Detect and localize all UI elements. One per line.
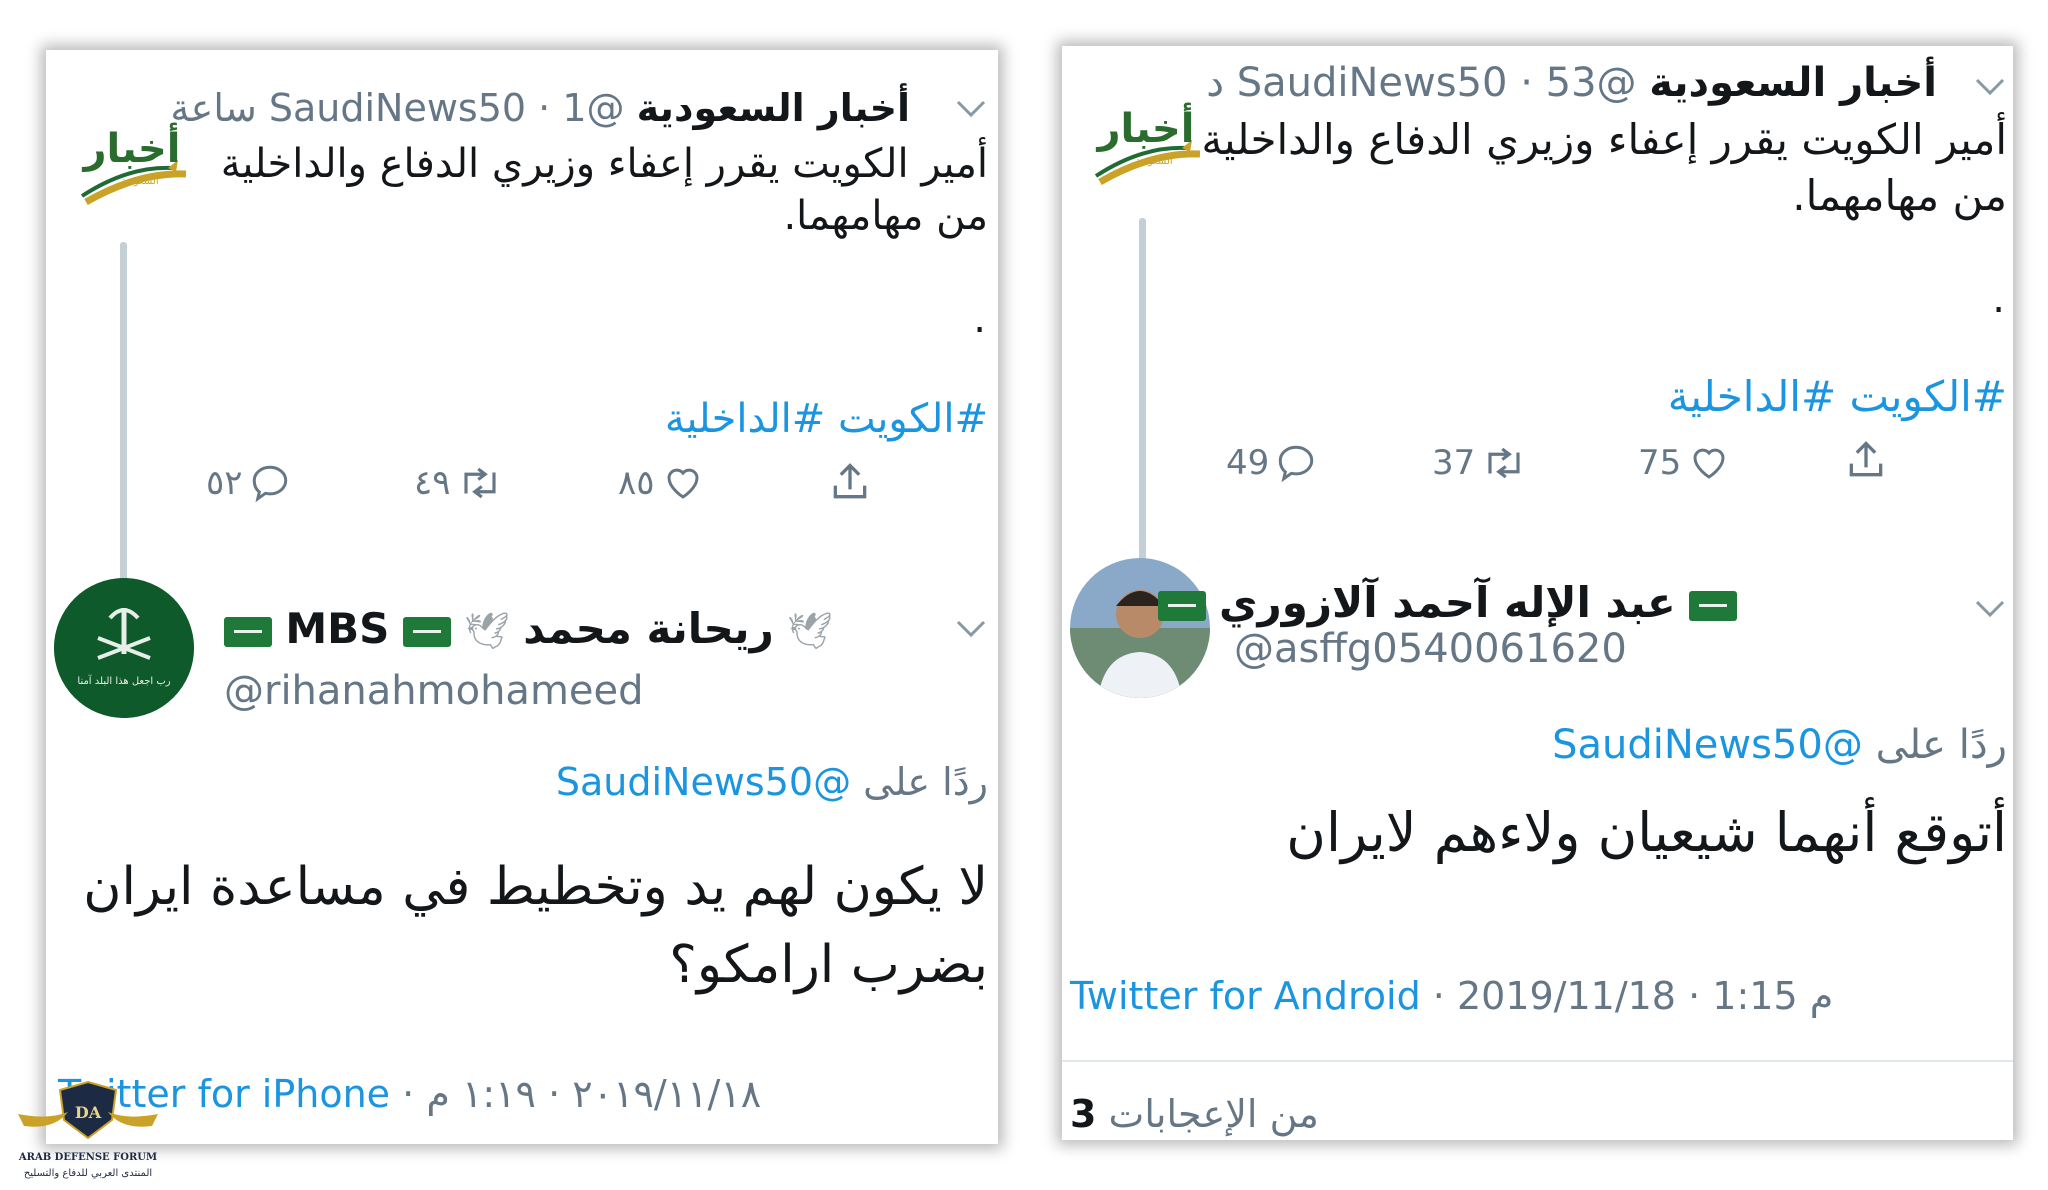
tweet-hashtags[interactable]: #الكويت #الداخلية — [1668, 372, 2007, 421]
share-icon — [828, 460, 872, 504]
avatar-caption: رب اجعل هذا البلد آمنا — [77, 674, 170, 687]
replying-to-label: ردًا على — [1875, 722, 2007, 768]
replying-to-handle[interactable]: @SaudiNews50 — [1552, 722, 1863, 768]
watermark-subtitle: المنتدى العربي للدفاع والتسليح — [24, 1168, 152, 1179]
likes-summary-label: من الإعجابات — [1108, 1092, 1319, 1136]
tweet-dot: . — [973, 296, 986, 342]
logo-wordmark: أخبار — [1096, 102, 1195, 152]
tweet-date: 2019/11/18 — [1456, 974, 1676, 1018]
separator-dot: · — [1520, 60, 1533, 106]
replying-to: ردًا على @SaudiNews50 — [556, 760, 988, 804]
reply-count: 49 — [1226, 443, 1270, 483]
tweet-date: ٢٠١٩/١١/١٨ — [572, 1072, 762, 1116]
reply-header: MBS 🕊 ريحانة محمد 🕊 — [224, 604, 833, 653]
reply-text-line: بضرب ارامكو؟ — [669, 935, 988, 995]
separator-dot: · — [1432, 974, 1445, 1018]
display-name-en[interactable]: MBS — [285, 604, 389, 653]
like-count: 75 — [1638, 443, 1682, 483]
reply-handle[interactable]: @rihanahmohameed — [224, 668, 644, 714]
saudi-flag-icon — [1157, 590, 1206, 621]
dove-icon: 🕊 — [464, 611, 510, 652]
reply-user-avatar[interactable]: رب اجعل هذا البلد آمنا — [54, 578, 194, 718]
display-name[interactable]: أخبار السعودية — [637, 86, 910, 130]
chevron-down-icon[interactable] — [1973, 74, 2007, 102]
tweet-footer: Twitter for Android · 2019/11/18 · 1:15 … — [1070, 974, 1833, 1018]
tweet-body-line: من مهامهما. — [1792, 171, 2007, 220]
separator-dot: · — [402, 1072, 415, 1116]
display-name-ar[interactable]: ريحانة محمد — [523, 604, 774, 653]
tweet-source[interactable]: Twitter for Android — [1070, 974, 1421, 1018]
replying-to-label: ردًا على — [863, 760, 988, 804]
replying-to: ردًا على @SaudiNews50 — [1552, 722, 2007, 768]
display-name[interactable]: عبد الإله آحمد آلازوري — [1219, 578, 1676, 627]
logo-subtext: السعودية — [121, 176, 158, 187]
replying-to-handle[interactable]: @SaudiNews50 — [556, 760, 851, 804]
dove-icon: 🕊 — [787, 611, 833, 652]
reply-icon — [1275, 442, 1317, 484]
like-action[interactable]: 75 — [1638, 442, 1731, 484]
retweet-count: ٤٩ — [414, 463, 451, 503]
tweet-header: أخبار السعودية @SaudiNews50 · 1 ساعة — [170, 86, 910, 130]
heart-icon — [661, 462, 705, 504]
likes-summary-count: 3 — [1070, 1092, 1097, 1136]
heart-icon — [1687, 442, 1731, 484]
arab-defense-forum-watermark: DA ARAB DEFENSE FORUM المنتدى العربي للد… — [8, 1076, 168, 1186]
share-icon — [1844, 438, 1888, 482]
reply-text: أتوقع أنهما شيعيان ولاءهم لايران — [1286, 801, 2007, 864]
right-screenshot-panel: أخبار السعودية أخبار السعودية @SaudiNews… — [1062, 46, 2013, 1140]
logo-subtext: السعودية — [1135, 156, 1172, 167]
chevron-down-icon[interactable] — [954, 96, 988, 124]
separator-dot: · — [538, 86, 551, 130]
chevron-down-icon[interactable] — [1973, 596, 2007, 624]
chevron-down-icon[interactable] — [954, 616, 988, 644]
saudi-news-avatar[interactable]: أخبار السعودية — [1082, 90, 1212, 200]
share-action[interactable] — [828, 460, 872, 504]
share-action[interactable] — [1844, 438, 1888, 482]
tweet-dot: . — [1992, 276, 2005, 322]
reply-text: لا يكون لهم يد وتخطيط في مساعدة ايران بض… — [83, 848, 988, 1004]
tweet-clock-time: 1:15 م — [1712, 974, 1834, 1018]
retweet-action[interactable]: 37 — [1432, 442, 1527, 484]
left-screenshot-panel: أخبار السعودية أخبار السعودية @SaudiNews… — [46, 50, 998, 1144]
footer-divider — [1062, 1060, 2013, 1062]
logo-wordmark: أخبار — [82, 122, 181, 172]
like-count: ٨٥ — [618, 463, 655, 503]
reply-action[interactable]: ٥٢ — [206, 462, 291, 504]
retweet-icon — [1481, 442, 1527, 484]
retweet-count: 37 — [1432, 443, 1476, 483]
like-action[interactable]: ٨٥ — [618, 462, 705, 504]
saudi-flag-icon — [1689, 590, 1737, 621]
reply-icon — [249, 462, 291, 504]
tweet-hashtags[interactable]: #الكويت #الداخلية — [665, 396, 988, 442]
saudi-flag-icon — [402, 616, 451, 647]
reply-action[interactable]: 49 — [1226, 442, 1317, 484]
retweet-icon — [457, 462, 503, 504]
thread-line — [120, 242, 127, 616]
tweet-body-line: أمير الكويت يقرر إعفاء وزيري الدفاع والد… — [1201, 115, 2007, 164]
tweet-header: أخبار السعودية @SaudiNews50 · 53 د — [1206, 60, 1937, 106]
tweet-body-line: أمير الكويت يقرر إعفاء وزيري الدفاع والد… — [220, 141, 988, 187]
likes-summary[interactable]: 3 من الإعجابات — [1070, 1092, 1319, 1136]
watermark-title: ARAB DEFENSE FORUM — [18, 1152, 157, 1163]
reply-header: عبد الإله آحمد آلازوري — [1157, 578, 1737, 627]
reply-handle[interactable]: @asffg0540061620 — [1234, 626, 1627, 672]
tweet-body: أمير الكويت يقرر إعفاء وزيري الدفاع والد… — [221, 138, 988, 242]
reply-text-line: لا يكون لهم يد وتخطيط في مساعدة ايران — [83, 857, 988, 917]
separator-dot: · — [1688, 974, 1701, 1018]
thread-line — [1139, 218, 1146, 594]
display-name[interactable]: أخبار السعودية — [1649, 60, 1937, 106]
saudi-flag-icon — [224, 616, 272, 647]
separator-dot: · — [548, 1072, 561, 1116]
reply-count: ٥٢ — [206, 463, 243, 503]
tweet-body: أمير الكويت يقرر إعفاء وزيري الدفاع والد… — [1201, 112, 2007, 224]
retweet-action[interactable]: ٤٩ — [414, 462, 503, 504]
watermark-mark: DA — [75, 1103, 102, 1122]
tweet-body-line: من مهامهما. — [783, 193, 988, 239]
tweet-clock-time: ١:١٩ م — [426, 1072, 536, 1116]
